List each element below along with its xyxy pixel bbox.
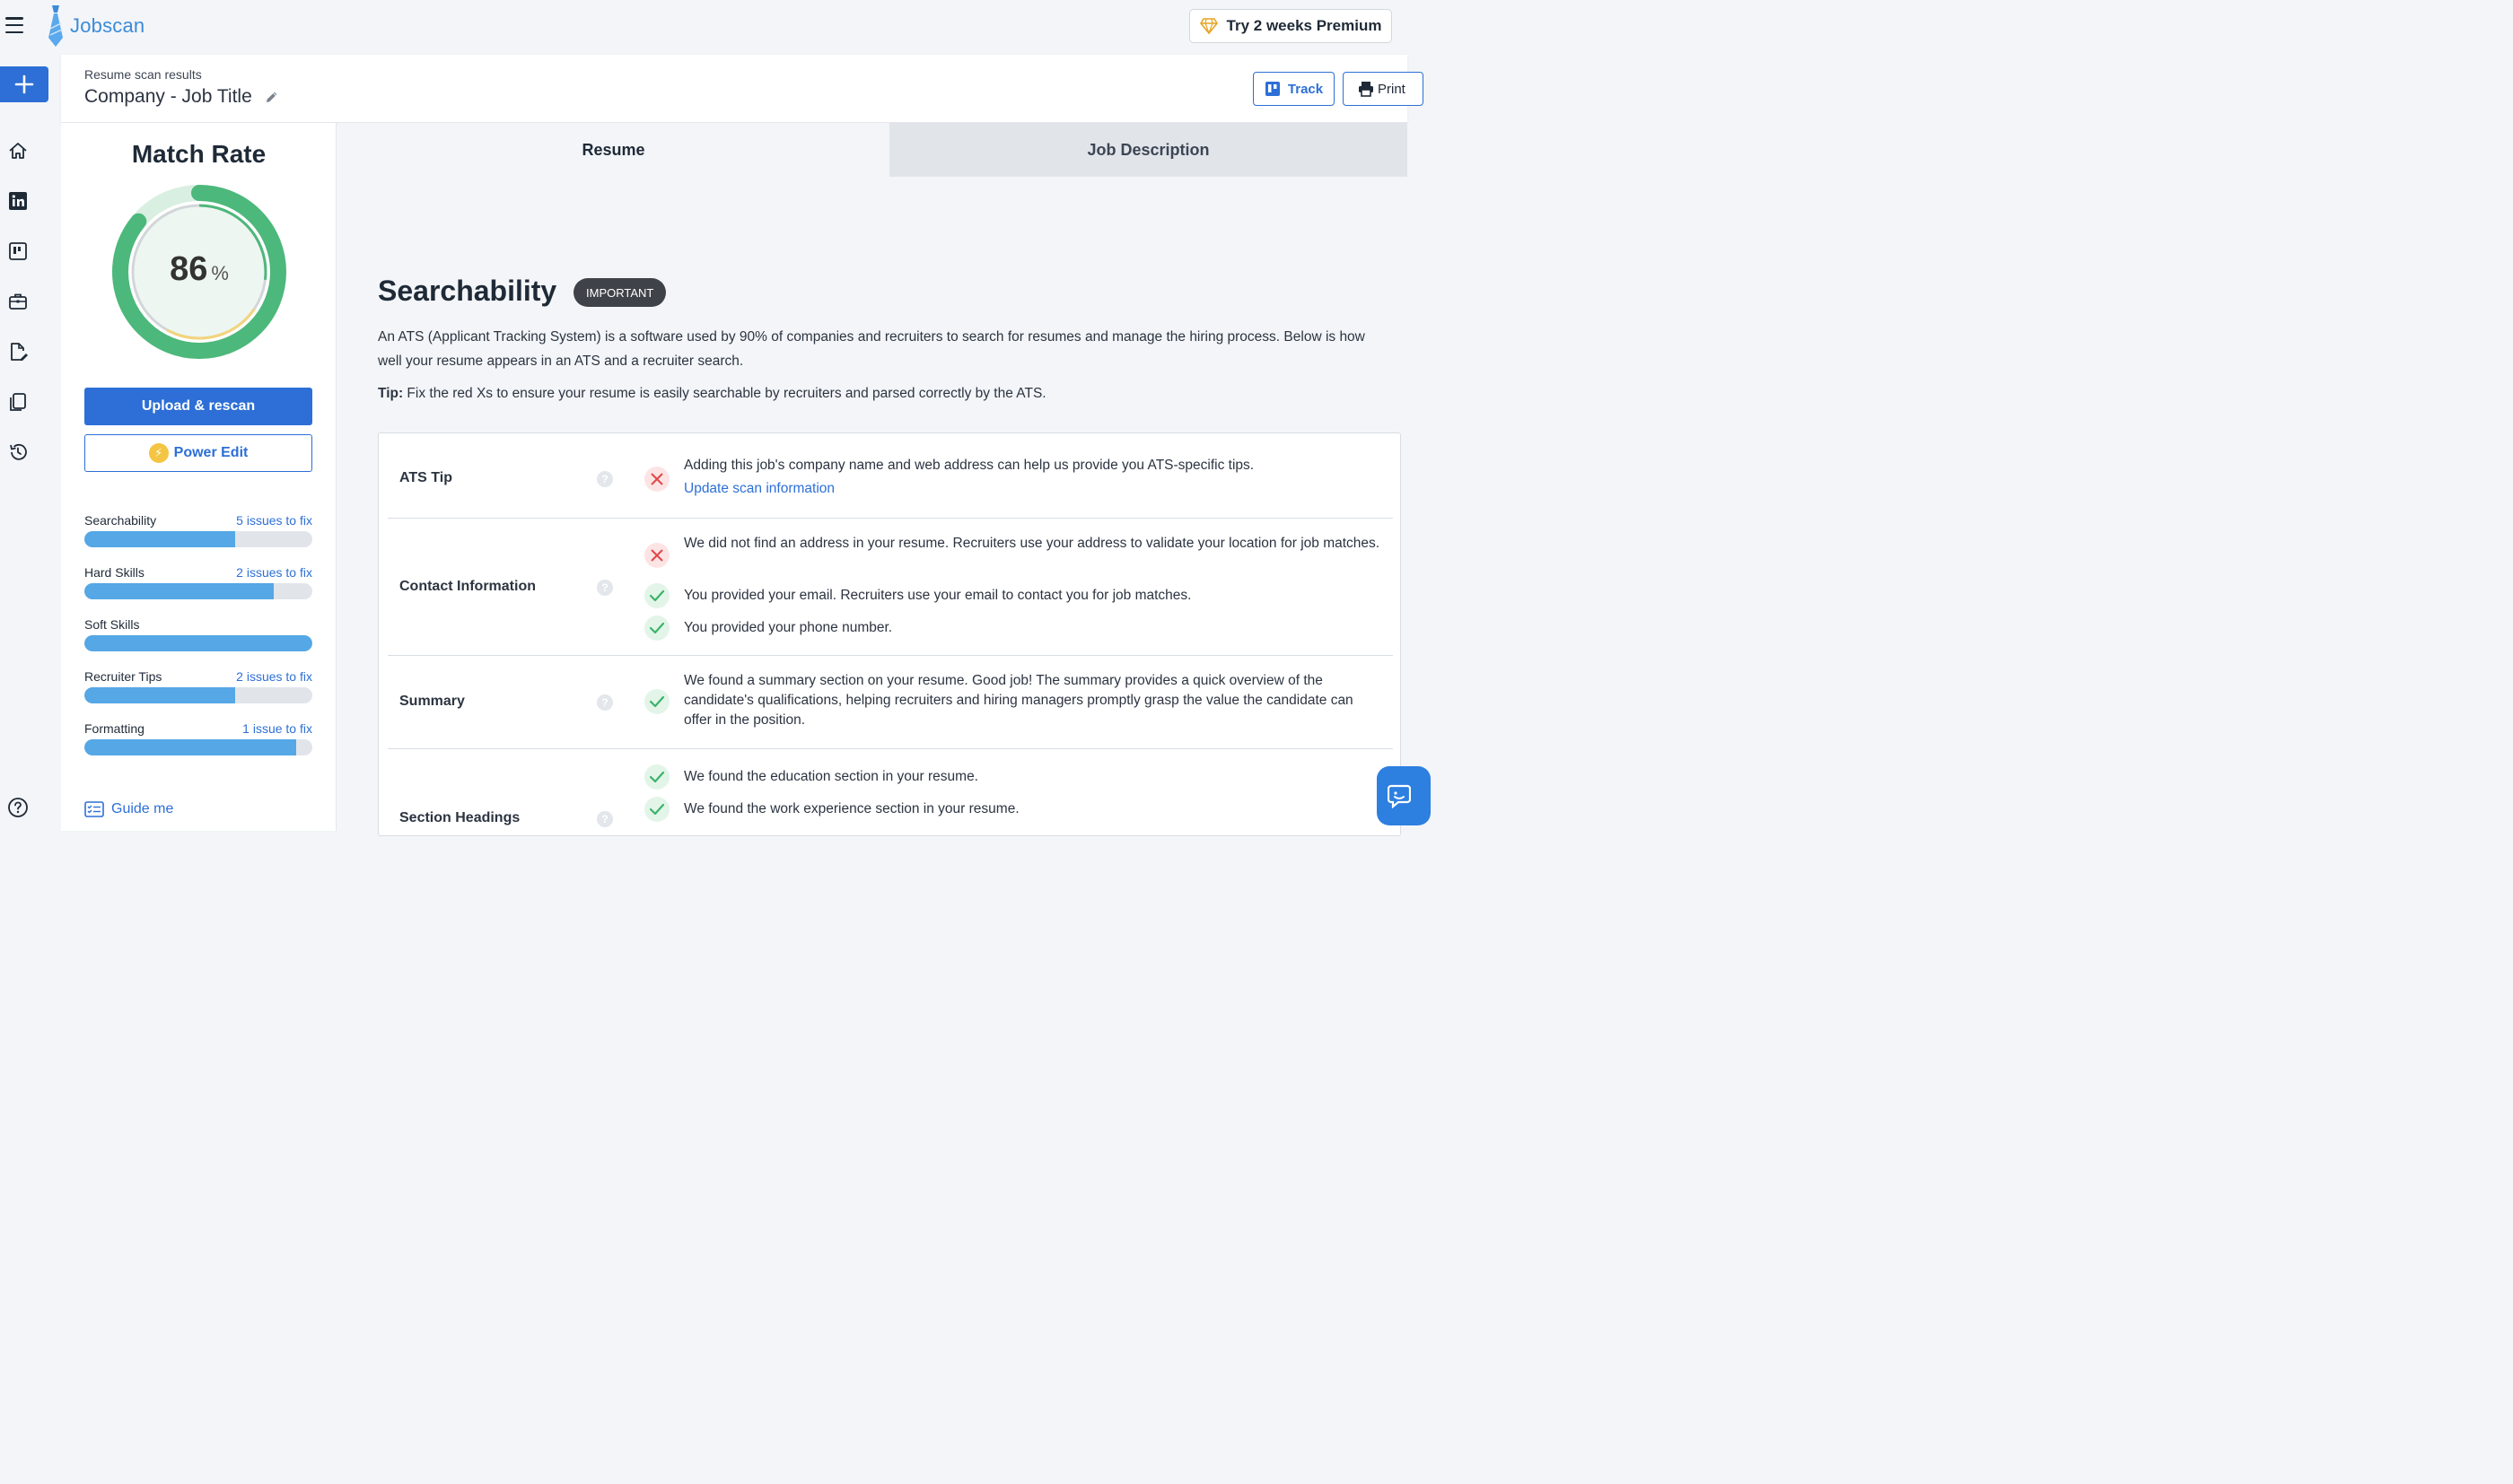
pass-icon (644, 797, 670, 822)
track-label: Track (1287, 81, 1324, 97)
new-scan-button[interactable] (0, 66, 48, 102)
progress-bar (84, 739, 312, 755)
print-button[interactable]: Print (1343, 72, 1423, 106)
check-item: We did not find an address in your resum… (644, 536, 1384, 568)
check-text: We found a summary section on your resum… (684, 673, 1353, 728)
power-edit-label: Power Edit (173, 445, 249, 460)
help-icon[interactable]: ? (597, 811, 613, 827)
section-title: Searchability (378, 275, 557, 307)
track-button[interactable]: Track (1253, 72, 1335, 106)
update-scan-link[interactable]: Update scan information (684, 479, 1384, 499)
check-item: We found a summary section on your resum… (644, 673, 1384, 730)
print-label: Print (1378, 81, 1405, 97)
check-row-section-headings: Section Headings ? We found the educatio… (388, 749, 1393, 837)
tie-icon (48, 5, 63, 47)
fail-icon (644, 543, 670, 568)
match-rate-title: Match Rate (131, 140, 267, 168)
issues-link[interactable]: 1 issue to fix (242, 721, 312, 736)
pencil-icon[interactable] (265, 90, 279, 104)
check-item: We found the work experience section in … (644, 797, 1384, 822)
row-label: Section Headings (399, 810, 521, 825)
pass-icon (644, 689, 670, 714)
category-searchability[interactable]: Searchability 5 issues to fix (84, 513, 312, 549)
upload-rescan-button[interactable]: Upload & rescan (84, 388, 312, 425)
section-description: An ATS (Applicant Tracking System) is a … (378, 329, 1365, 369)
checklist-icon (84, 801, 104, 817)
copy-documents-icon[interactable] (7, 391, 29, 413)
row-label: ATS Tip (399, 470, 452, 485)
progress-bar (84, 531, 312, 547)
fail-icon (644, 467, 670, 492)
check-item: Adding this job's company name and web a… (644, 458, 1384, 499)
pass-icon (644, 764, 670, 790)
guide-me-label: Guide me (111, 801, 174, 816)
tab-resume[interactable]: Resume (337, 123, 889, 177)
linkedin-icon[interactable] (7, 190, 29, 212)
top-bar: Jobscan Try 2 weeks Premium (0, 0, 1407, 54)
board-icon (1265, 82, 1280, 96)
chat-support-button[interactable] (1377, 766, 1431, 825)
match-rate-panel: Match Rate 86% Upload & rescan ⚡ Power E… (61, 123, 337, 831)
help-icon[interactable] (7, 797, 29, 818)
check-item: You provided your phone number. (644, 615, 1384, 641)
power-edit-button[interactable]: ⚡ Power Edit (84, 434, 312, 472)
premium-label: Try 2 weeks Premium (1226, 17, 1382, 34)
briefcase-icon[interactable] (7, 291, 29, 312)
pass-icon (644, 615, 670, 641)
header-subtitle: Resume scan results (84, 67, 202, 82)
menu-icon[interactable] (5, 16, 23, 34)
help-icon[interactable]: ? (597, 694, 613, 711)
lightning-icon: ⚡ (148, 443, 169, 463)
check-row-ats-tip: ATS Tip ? Adding this job's company name… (388, 433, 1393, 519)
searchability-card: ATS Tip ? Adding this job's company name… (378, 432, 1401, 836)
match-rate-value: 86% (170, 250, 229, 288)
try-premium-button[interactable]: Try 2 weeks Premium (1189, 9, 1392, 43)
match-rate-gauge: 86% (109, 182, 289, 362)
page-title: Company - Job Title (84, 86, 279, 108)
issues-link[interactable]: 2 issues to fix (236, 669, 312, 684)
category-hard-skills[interactable]: Hard Skills 2 issues to fix (84, 565, 312, 601)
check-text: We did not find an address in your resum… (684, 536, 1380, 551)
tab-job-description[interactable]: Job Description (889, 123, 1407, 177)
category-recruiter-tips[interactable]: Recruiter Tips 2 issues to fix (84, 669, 312, 705)
guide-me-button[interactable]: Guide me (84, 801, 173, 817)
check-text: We found the work experience section in … (684, 801, 1020, 816)
document-edit-icon[interactable] (7, 341, 29, 362)
check-text: You provided your phone number. (684, 620, 893, 635)
chat-icon (1388, 784, 1411, 808)
check-text: We found the education section in your r… (684, 769, 978, 784)
progress-bar (84, 635, 312, 651)
help-icon[interactable]: ? (597, 580, 613, 596)
progress-bar (84, 687, 312, 703)
home-icon[interactable] (7, 140, 29, 161)
plus-icon (14, 74, 34, 94)
row-label: Summary (399, 694, 465, 709)
check-text: You provided your email. Recruiters use … (684, 588, 1192, 603)
history-icon[interactable] (7, 441, 29, 463)
tracker-board-icon[interactable] (7, 240, 29, 262)
logo[interactable]: Jobscan (47, 5, 144, 47)
check-row-contact-information: Contact Information ? We did not find an… (388, 519, 1393, 656)
scan-header: Resume scan results Company - Job Title … (61, 55, 1423, 123)
check-text: Adding this job's company name and web a… (684, 458, 1255, 473)
check-item: You provided your email. Recruiters use … (644, 583, 1384, 608)
issues-link[interactable]: 2 issues to fix (236, 565, 312, 580)
tip-text: Tip: Fix the red Xs to ensure your resum… (378, 386, 1046, 401)
progress-bar (84, 583, 312, 599)
printer-icon (1359, 82, 1373, 97)
category-formatting[interactable]: Formatting 1 issue to fix (84, 721, 312, 757)
left-rail (0, 54, 59, 831)
logo-text: Jobscan (70, 14, 145, 37)
category-soft-skills[interactable]: Soft Skills (84, 617, 312, 653)
diamond-icon (1199, 18, 1218, 34)
issues-link[interactable]: 5 issues to fix (236, 513, 312, 528)
row-label: Contact Information (399, 579, 536, 594)
pass-icon (644, 583, 670, 608)
important-badge: IMPORTANT (574, 278, 667, 307)
job-title-text: Company - Job Title (84, 86, 252, 107)
help-icon[interactable]: ? (597, 471, 613, 487)
check-row-summary: Summary ? We found a summary section on … (388, 656, 1393, 749)
check-item: We found the education section in your r… (644, 764, 1384, 790)
